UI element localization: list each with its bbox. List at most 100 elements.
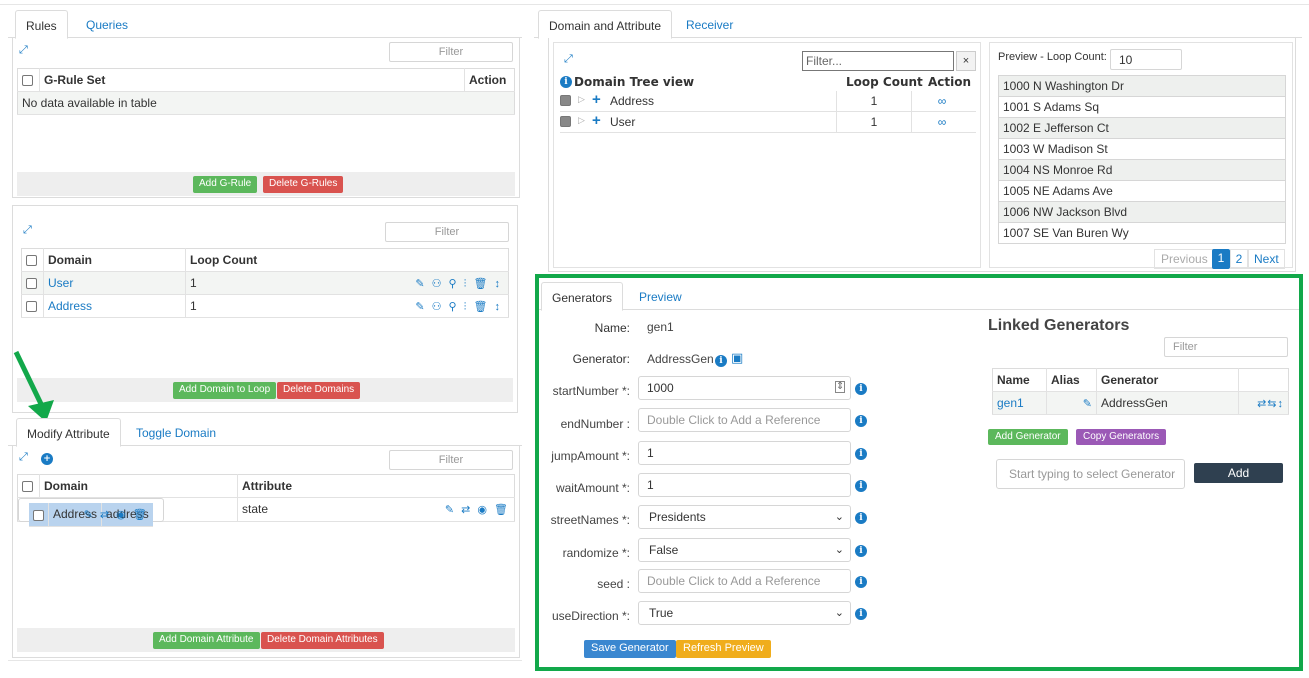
refresh-preview-button[interactable]: Refresh Preview: [676, 640, 771, 658]
expand-icon[interactable]: ⤢: [19, 44, 28, 57]
linked-filter-input[interactable]: Filter: [1164, 337, 1288, 357]
select-all-checkbox[interactable]: [22, 75, 33, 87]
row-actions-icons[interactable]: ✎ ⚇ ⚲ ⫶ 🗑 ↕: [415, 300, 502, 314]
col-loop-count[interactable]: Loop Count: [185, 248, 509, 272]
table-row[interactable]: gen1 ✎ AddressGen ⇄⇆↕: [992, 391, 1289, 415]
document-icon[interactable]: ▣: [731, 350, 743, 366]
table-row[interactable]: User 1 ✎ ⚇ ⚲ ⫶ 🗑 ↕: [21, 271, 509, 295]
tab-generators[interactable]: Generators: [541, 282, 624, 311]
info-icon[interactable]: i: [855, 605, 867, 620]
col-domain[interactable]: Domain: [43, 248, 186, 272]
row-checkbox[interactable]: [26, 301, 37, 313]
clear-filter-button[interactable]: ×: [956, 51, 976, 71]
info-icon[interactable]: i: [855, 445, 867, 460]
row-checkbox[interactable]: [560, 116, 571, 127]
linked-name[interactable]: gen1: [992, 391, 1047, 415]
rules-filter-input[interactable]: Filter: [389, 42, 513, 62]
save-generator-button[interactable]: Save Generator: [584, 640, 676, 658]
info-icon[interactable]: i: [715, 352, 727, 367]
wait-amount-input[interactable]: 1: [638, 473, 851, 497]
loop-infinity-icon[interactable]: ∞: [912, 94, 972, 108]
tab-modify-attribute[interactable]: Modify Attribute: [16, 418, 121, 447]
row-actions-icons[interactable]: ⇄⇆↕: [1257, 398, 1284, 410]
tab-toggle-domain[interactable]: Toggle Domain: [126, 418, 226, 447]
pager-previous[interactable]: Previous: [1154, 249, 1215, 269]
info-icon[interactable]: i: [560, 76, 572, 88]
loop-infinity-icon[interactable]: ∞: [912, 115, 972, 129]
tree-node-label[interactable]: User: [610, 115, 635, 129]
tab-domain-and-attribute[interactable]: Domain and Attribute: [538, 10, 673, 39]
add-circle-icon[interactable]: +: [41, 450, 53, 465]
col-name[interactable]: Name: [992, 368, 1047, 392]
col-attribute[interactable]: Attribute: [237, 474, 515, 498]
number-spinner-icon[interactable]: ⇕: [835, 381, 845, 393]
caret-icon[interactable]: ▷: [578, 94, 585, 105]
row-actions-icons[interactable]: ✎ ⇄ ◉ 🗑: [445, 503, 510, 516]
use-direction-label: useDirection *:: [551, 609, 630, 623]
info-icon[interactable]: i: [855, 509, 867, 524]
pager-page-2[interactable]: 2: [1230, 249, 1248, 269]
info-icon[interactable]: i: [855, 412, 867, 427]
pager-page-1[interactable]: 1: [1212, 249, 1230, 269]
table-row[interactable]: Address address ✎ ⇄ ◉ 🗑: [18, 498, 164, 527]
select-all-checkbox[interactable]: [26, 255, 37, 267]
caret-icon[interactable]: ▷: [578, 115, 585, 126]
add-grule-button[interactable]: Add G-Rule: [193, 176, 258, 193]
pager-next[interactable]: Next: [1248, 249, 1285, 269]
copy-generators-button[interactable]: Copy Generators: [1076, 429, 1167, 445]
row-checkbox[interactable]: [26, 278, 37, 290]
plus-icon[interactable]: +: [592, 91, 601, 108]
plus-icon[interactable]: +: [592, 112, 601, 129]
add-domain-attribute-button[interactable]: Add Domain Attribute: [153, 632, 260, 649]
col-alias[interactable]: Alias: [1046, 368, 1097, 392]
start-number-input[interactable]: 1000: [638, 376, 851, 400]
seed-input[interactable]: Double Click to Add a Reference: [638, 569, 851, 593]
info-icon[interactable]: i: [855, 380, 867, 395]
tree-row[interactable]: ▷ + Address 1 ∞: [560, 91, 976, 112]
delete-domain-attributes-button[interactable]: Delete Domain Attributes: [261, 632, 384, 649]
domain-filter-input[interactable]: Filter: [385, 222, 509, 242]
col-domain[interactable]: Domain: [39, 474, 238, 498]
info-icon[interactable]: i: [855, 477, 867, 492]
tab-rules[interactable]: Rules: [15, 10, 68, 39]
delete-grules-button[interactable]: Delete G-Rules: [263, 176, 344, 193]
tab-receiver[interactable]: Receiver: [676, 10, 743, 39]
info-icon[interactable]: i: [855, 573, 867, 588]
select-all-checkbox[interactable]: [22, 481, 33, 493]
tab-preview[interactable]: Preview: [629, 282, 692, 311]
tree-row[interactable]: ▷ + User 1 ∞: [560, 112, 976, 133]
row-actions-icons[interactable]: ✎ ⇄ ◉ 🗑: [84, 508, 149, 521]
info-icon[interactable]: i: [855, 542, 867, 557]
row-actions-icons[interactable]: ✎ ⚇ ⚲ ⫶ 🗑 ↕: [415, 277, 502, 291]
expand-icon[interactable]: ⤢: [23, 224, 32, 237]
domain-link[interactable]: Address: [43, 294, 186, 318]
tree-filter-input[interactable]: Filter...: [802, 51, 954, 71]
expand-icon[interactable]: ⤢: [564, 53, 573, 66]
preview-loop-count-input[interactable]: 10: [1110, 49, 1182, 70]
table-row[interactable]: Address 1 ✎ ⚇ ⚲ ⫶ 🗑 ↕: [21, 294, 509, 318]
empty-text: No data available in table: [17, 91, 515, 115]
col-grule-set[interactable]: G-Rule Set: [39, 68, 465, 92]
row-checkbox[interactable]: [560, 95, 571, 106]
add-generator-button[interactable]: Add Generator: [988, 429, 1068, 445]
delete-domains-button[interactable]: Delete Domains: [277, 382, 361, 399]
jump-amount-input[interactable]: 1: [638, 441, 851, 465]
attribute-filter-input[interactable]: Filter: [389, 450, 513, 470]
tree-node-label[interactable]: Address: [610, 94, 654, 108]
end-number-input[interactable]: Double Click to Add a Reference: [638, 408, 851, 432]
add-button[interactable]: Add: [1194, 463, 1283, 483]
domain-link[interactable]: User: [43, 271, 186, 295]
linked-generators-title: Linked Generators: [988, 317, 1130, 334]
tab-queries[interactable]: Queries: [76, 10, 138, 39]
col-generator[interactable]: Generator: [1096, 368, 1239, 392]
add-domain-to-loop-button[interactable]: Add Domain to Loop: [173, 382, 277, 399]
list-item: 1006 NW Jackson Blvd: [999, 202, 1285, 223]
use-direction-select[interactable]: True ⌄: [638, 601, 851, 625]
randomize-select[interactable]: False ⌄: [638, 538, 851, 562]
generator-select-input[interactable]: Start typing to select Generator: [996, 459, 1185, 489]
expand-icon[interactable]: ⤢: [19, 451, 28, 464]
loop-count: 1: [836, 91, 912, 112]
street-names-select[interactable]: Presidents ⌄: [638, 505, 851, 529]
edit-icon[interactable]: ✎: [1083, 398, 1092, 410]
row-checkbox[interactable]: [33, 509, 44, 521]
